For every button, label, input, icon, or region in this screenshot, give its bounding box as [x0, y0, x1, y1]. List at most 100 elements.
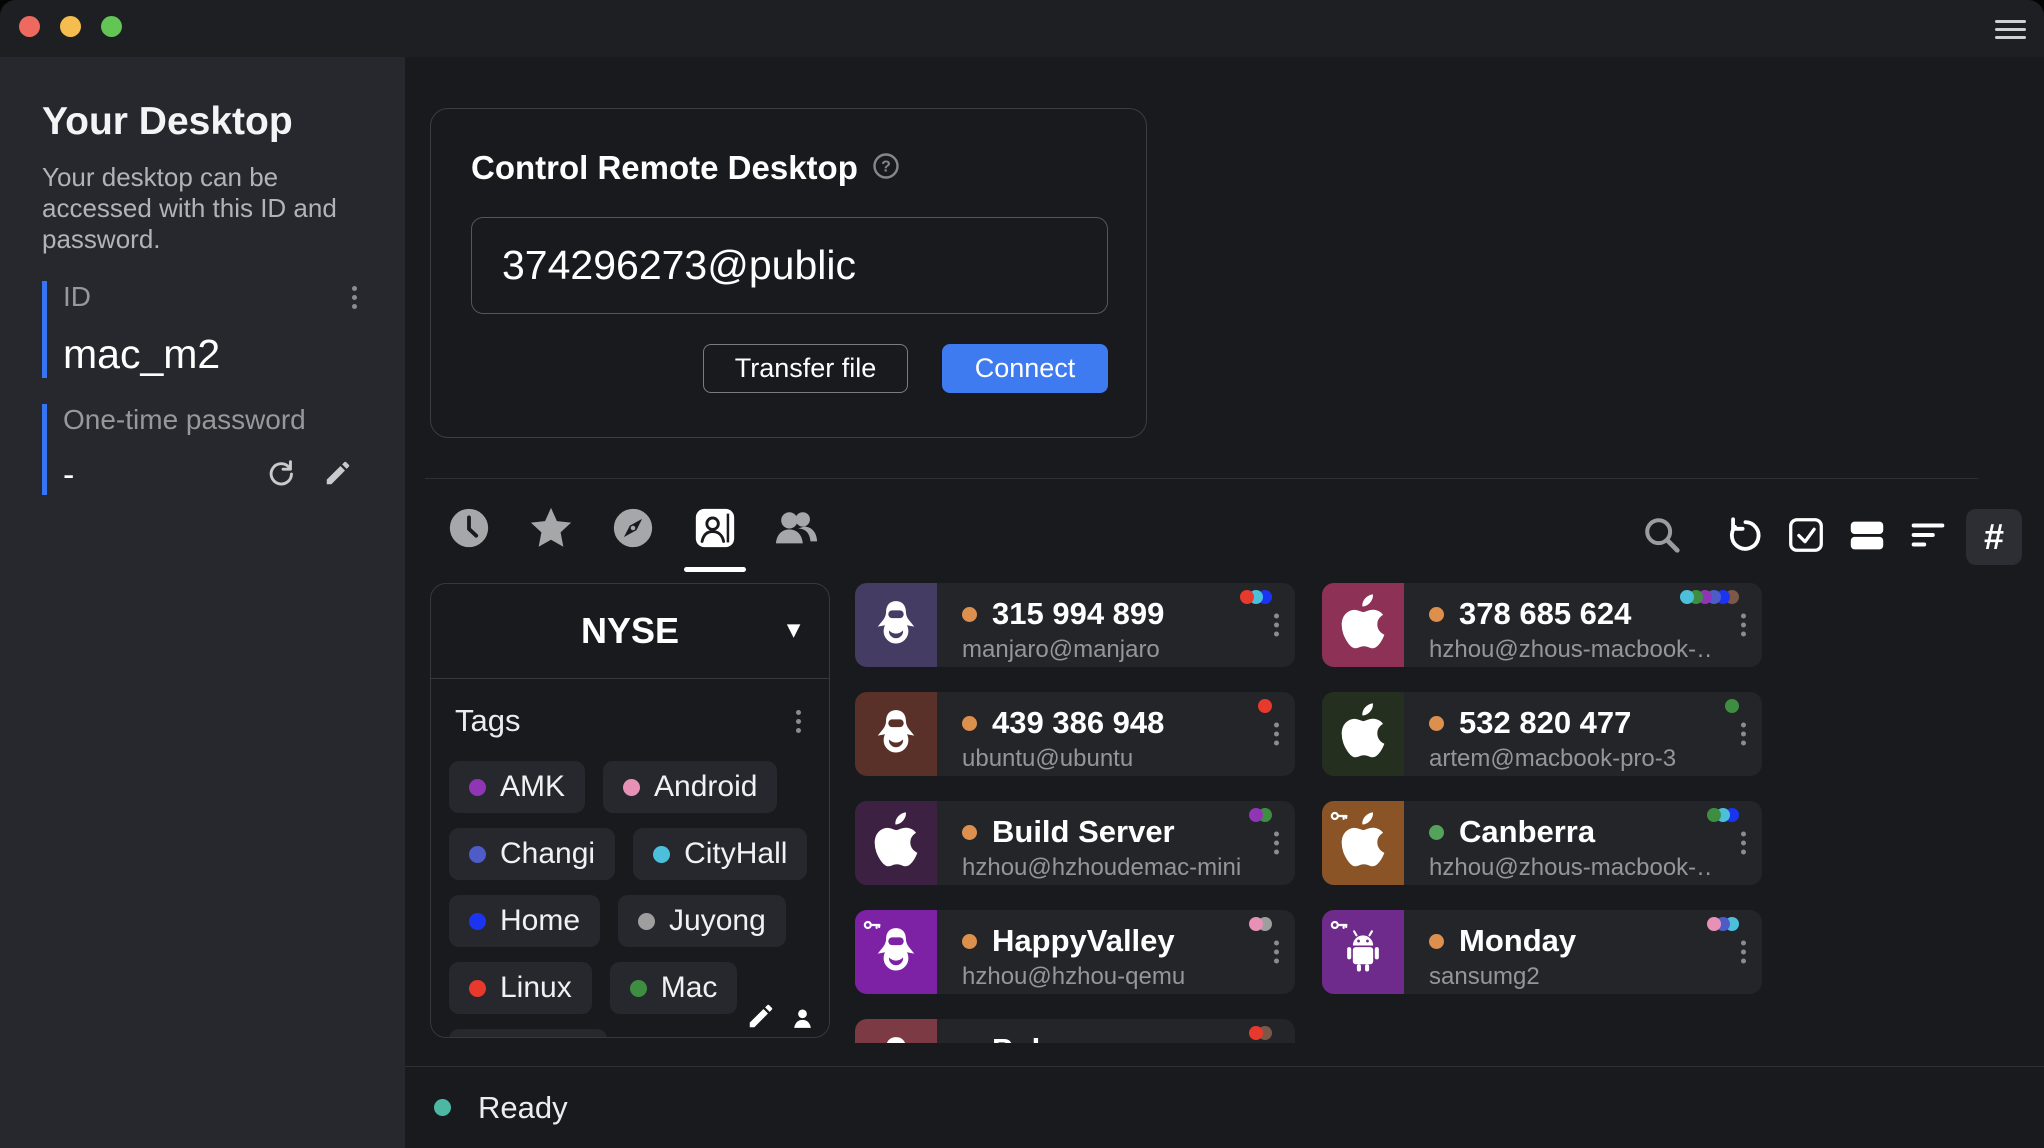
device-platform-tile [1322, 692, 1404, 776]
password-section: One-time password - [42, 404, 363, 495]
device-menu-button[interactable] [1268, 828, 1285, 859]
device-tag-dots [1712, 917, 1739, 931]
sort-button[interactable] [1905, 514, 1951, 560]
regenerate-password-icon[interactable] [265, 457, 297, 494]
device-card[interactable]: 315 994 899 manjaro@manjaro [855, 583, 1295, 667]
search-icon [1641, 514, 1683, 561]
tab-address-book[interactable] [691, 502, 739, 572]
device-card[interactable]: Pulau [855, 1019, 1295, 1043]
tag-color-dot [630, 980, 647, 997]
edit-password-pencil-icon[interactable] [323, 458, 353, 493]
tab-favorites[interactable] [527, 502, 575, 572]
tag-chip[interactable]: CityHall [633, 828, 807, 880]
window-controls [19, 16, 122, 37]
device-status-dot [962, 825, 977, 840]
status-dot [434, 1099, 451, 1116]
tab-groups[interactable] [773, 502, 821, 572]
device-grid: 315 994 899 manjaro@manjaro 378 685 624 … [855, 583, 1762, 1043]
edit-tags-pencil-icon[interactable] [746, 1001, 776, 1031]
device-card[interactable]: Monday sansumg2 [1322, 910, 1762, 994]
multi-select-button[interactable] [1783, 514, 1829, 560]
grid-view-button[interactable]: # [1966, 509, 2022, 565]
device-menu-button[interactable] [1735, 937, 1752, 968]
device-card[interactable]: 378 685 624 hzhou@zhous-macbook-… [1322, 583, 1762, 667]
device-card[interactable]: HappyValley hzhou@hzhou-qemu [855, 910, 1295, 994]
tag-label: Mac [661, 971, 718, 1005]
id-more-options-button[interactable] [346, 282, 363, 313]
device-tag-dots [1254, 808, 1272, 822]
device-tag-dots [1263, 699, 1272, 713]
search-button[interactable] [1639, 514, 1685, 560]
card-view-button[interactable] [1844, 514, 1890, 560]
device-menu-button[interactable] [1735, 610, 1752, 641]
tag-chip[interactable]: Home [449, 895, 600, 947]
transfer-file-button[interactable]: Transfer file [703, 344, 908, 393]
tag-label: Android [654, 770, 757, 804]
tag-label: Linux [500, 971, 572, 1005]
star-icon [528, 502, 574, 556]
linux-icon [870, 1030, 922, 1044]
device-platform-tile [1322, 583, 1404, 667]
tag-color-dot [653, 846, 670, 863]
minimize-window-button[interactable] [60, 16, 81, 37]
device-username: hzhou@hzhou-qemu [962, 963, 1247, 991]
tag-chip[interactable]: Changi [449, 828, 615, 880]
tag-color-dot [623, 779, 640, 796]
tags-label: Tags [455, 703, 520, 739]
password-value[interactable]: - [63, 456, 74, 495]
refresh-button[interactable] [1722, 514, 1768, 560]
tabs-toolbar-row: # [445, 499, 2022, 575]
app-window: Your Desktop Your desktop can be accesse… [0, 0, 2044, 1148]
device-card[interactable]: Build Server hzhou@hzhoudemac-mini [855, 801, 1295, 885]
tab-recent-sessions[interactable] [445, 502, 493, 572]
tag-chip[interactable]: AMK [449, 761, 585, 813]
device-name: HappyValley [992, 923, 1175, 959]
device-menu-button[interactable] [1268, 719, 1285, 750]
refresh-icon [1724, 514, 1766, 561]
device-platform-tile [855, 910, 937, 994]
tag-chip[interactable]: Android [603, 761, 777, 813]
tag-label: CityHall [684, 837, 787, 871]
tag-chip[interactable]: Linux [449, 962, 592, 1014]
tag-chip[interactable]: Juyong [618, 895, 786, 947]
device-id-value[interactable]: mac_m2 [63, 331, 363, 378]
tag-chip[interactable]: Neson [449, 1029, 607, 1038]
device-tag-dots [1712, 808, 1739, 822]
tag-label: Changi [500, 837, 595, 871]
device-name: Monday [1459, 923, 1576, 959]
chevron-down-icon: ▼ [782, 616, 805, 643]
help-icon[interactable]: ? [872, 152, 900, 185]
tag-chip[interactable]: Mac [610, 962, 738, 1014]
device-menu-button[interactable] [1735, 828, 1752, 859]
connect-panel: Control Remote Desktop ? Transfer file C… [430, 108, 1147, 438]
apple-icon [1341, 594, 1385, 657]
device-status-dot [1429, 607, 1444, 622]
view-tabs [445, 502, 821, 572]
hamburger-menu-icon[interactable] [1995, 20, 2026, 39]
person-icon[interactable] [790, 1006, 815, 1031]
tab-discovered[interactable] [609, 502, 657, 572]
device-platform-tile [855, 583, 937, 667]
device-menu-button[interactable] [1268, 937, 1285, 968]
remote-id-input[interactable] [471, 217, 1108, 314]
zoom-window-button[interactable] [101, 16, 122, 37]
tags-more-options-button[interactable] [790, 706, 807, 737]
device-card[interactable]: Canberra hzhou@zhous-macbook-… [1322, 801, 1762, 885]
device-username: hzhou@zhous-macbook-… [1429, 636, 1714, 664]
device-menu-button[interactable] [1735, 719, 1752, 750]
password-label: One-time password [63, 404, 306, 435]
linux-icon [870, 594, 922, 657]
device-card[interactable]: 532 820 477 artem@macbook-pro-3 [1322, 692, 1762, 776]
address-book-dropdown[interactable]: NYSE ▼ [431, 584, 829, 679]
device-tag-dots [1685, 590, 1739, 604]
device-menu-button[interactable] [1268, 610, 1285, 641]
device-card[interactable]: 439 386 948 ubuntu@ubuntu [855, 692, 1295, 776]
grid-icon: # [1984, 519, 2004, 555]
device-platform-tile [855, 801, 937, 885]
device-status-dot [962, 934, 977, 949]
connect-button[interactable]: Connect [942, 344, 1108, 393]
close-window-button[interactable] [19, 16, 40, 37]
title-bar [0, 0, 2044, 57]
apple-icon [1341, 703, 1385, 766]
tag-label: AMK [500, 770, 565, 804]
